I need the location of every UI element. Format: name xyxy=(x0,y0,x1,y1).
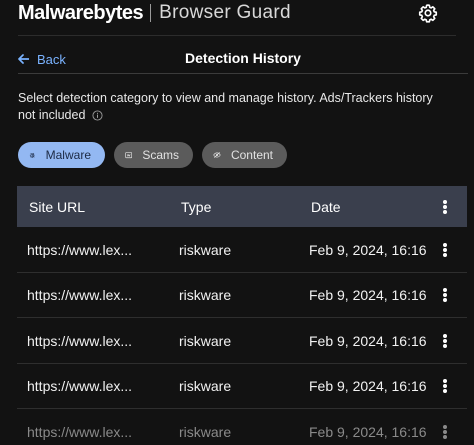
scam-icon xyxy=(125,152,133,159)
table-row: https://www.lex... riskware Feb 9, 2024,… xyxy=(17,363,467,409)
filter-scams-label: Scams xyxy=(142,148,179,162)
header-divider xyxy=(18,35,456,36)
table-row: https://www.lex... riskware Feb 9, 2024,… xyxy=(17,318,467,364)
table-header: Site URL Type Date xyxy=(17,186,467,227)
row-date: Feb 9, 2024, 16:16 xyxy=(309,332,427,349)
row-more-button[interactable] xyxy=(437,227,453,272)
bug-icon xyxy=(29,152,35,158)
row-site-url[interactable]: https://www.lex... xyxy=(27,364,132,409)
content-blocked-icon xyxy=(213,152,221,158)
row-date: Feb 9, 2024, 16:16 xyxy=(309,241,427,258)
category-filters: Malware Scams Content xyxy=(18,142,287,168)
filter-content-label: Content xyxy=(230,148,273,162)
detection-history-table: Site URL Type Date https://www.lex... ri… xyxy=(17,186,467,445)
more-vertical-icon xyxy=(443,242,447,257)
row-date: Feb 9, 2024, 16:16 xyxy=(309,287,427,303)
gear-icon xyxy=(418,4,438,23)
malwarebytes-logo: Malwarebytes xyxy=(18,1,144,24)
table-row: https://www.lex... riskware Feb 9, 2024,… xyxy=(17,409,467,445)
brand-divider xyxy=(150,4,152,22)
row-type: riskware xyxy=(179,287,232,303)
more-vertical-icon xyxy=(443,288,447,302)
row-type: riskware xyxy=(179,332,232,349)
filter-malware[interactable]: Malware xyxy=(18,142,105,168)
info-icon[interactable] xyxy=(92,109,103,126)
column-header-date: Date xyxy=(311,198,341,215)
row-more-button[interactable] xyxy=(437,318,453,363)
more-vertical-icon xyxy=(443,333,447,348)
more-vertical-icon xyxy=(443,379,447,393)
category-description: Select detection category to view and ma… xyxy=(18,90,448,126)
more-vertical-icon xyxy=(443,424,447,439)
table-row: https://www.lex... riskware Feb 9, 2024,… xyxy=(17,227,467,273)
page-title: Detection History xyxy=(185,50,301,66)
column-header-site-url: Site URL xyxy=(29,198,86,215)
more-vertical-icon xyxy=(443,199,447,214)
row-site-url[interactable]: https://www.lex... xyxy=(27,273,132,318)
row-type: riskware xyxy=(179,241,232,258)
row-site-url[interactable]: https://www.lex... xyxy=(27,227,132,272)
description-text: Select detection category to view and ma… xyxy=(18,91,433,122)
title-divider xyxy=(18,73,468,74)
row-more-button[interactable] xyxy=(437,364,453,409)
table-row: https://www.lex... riskware Feb 9, 2024,… xyxy=(17,272,467,318)
browser-guard-panel: Malwarebytes Browser Guard Back Detectio… xyxy=(0,0,474,445)
row-type: riskware xyxy=(179,378,232,394)
product-name: Browser Guard xyxy=(159,2,291,23)
header-more-button[interactable] xyxy=(437,186,453,227)
filter-scams[interactable]: Scams xyxy=(114,142,193,168)
filter-content[interactable]: Content xyxy=(202,142,287,168)
filter-malware-label: Malware xyxy=(45,148,91,162)
column-header-type: Type xyxy=(181,198,212,215)
row-site-url[interactable]: https://www.lex... xyxy=(27,409,132,445)
row-date: Feb 9, 2024, 16:16 xyxy=(309,378,427,394)
header: Malwarebytes Browser Guard xyxy=(0,0,474,28)
row-more-button[interactable] xyxy=(437,409,453,445)
row-date: Feb 9, 2024, 16:16 xyxy=(309,423,427,440)
brand: Malwarebytes Browser Guard xyxy=(18,1,291,25)
row-more-button[interactable] xyxy=(437,273,453,318)
row-site-url[interactable]: https://www.lex... xyxy=(27,318,132,363)
settings-button[interactable] xyxy=(418,3,438,23)
row-type: riskware xyxy=(179,423,232,440)
